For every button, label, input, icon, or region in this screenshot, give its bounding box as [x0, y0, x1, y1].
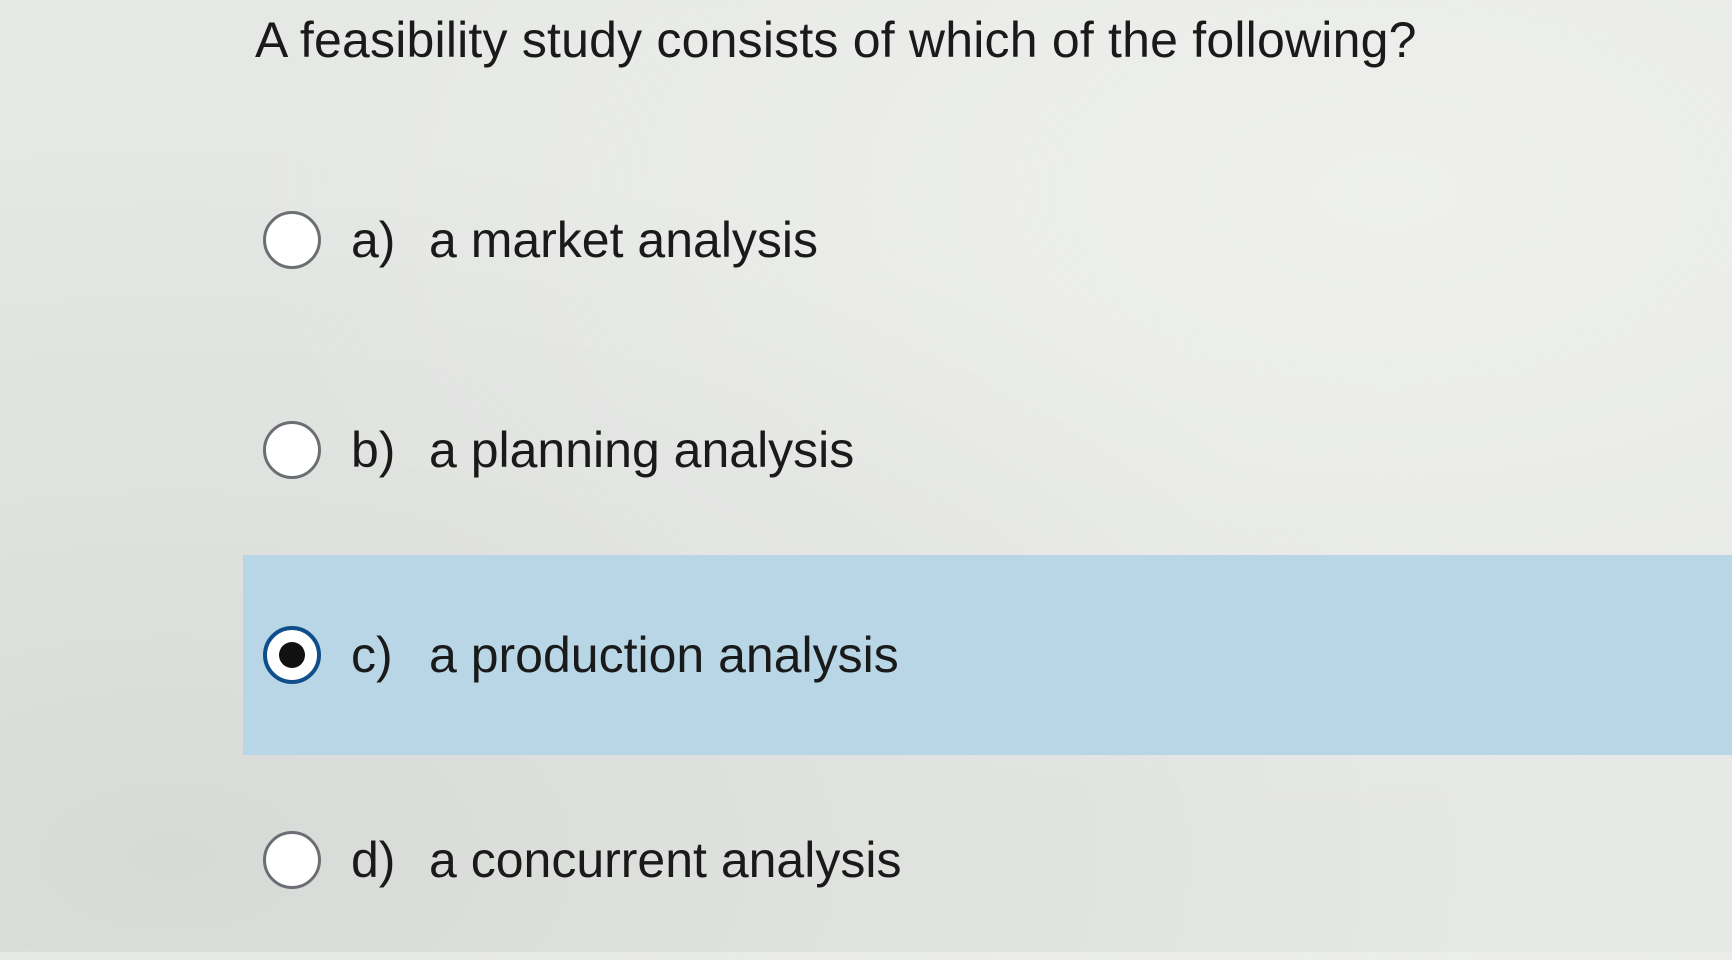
radio-button-c[interactable]: [263, 626, 321, 684]
option-a[interactable]: a) a market analysis: [243, 140, 1732, 340]
option-d-letter: d): [351, 832, 396, 888]
answer-options: a) a market analysis b) a planning analy…: [0, 0, 1732, 952]
option-c-label: a production analysis: [429, 627, 899, 683]
option-d[interactable]: d) a concurrent analysis: [243, 760, 1732, 960]
option-b-label: a planning analysis: [429, 422, 855, 478]
option-d-label: a concurrent analysis: [429, 832, 902, 888]
option-a-label: a market analysis: [429, 212, 819, 268]
quiz-page: { "question": "A feasibility study consi…: [0, 0, 1732, 952]
radio-button-d[interactable]: [263, 831, 321, 889]
option-c-letter: c): [351, 627, 393, 683]
radio-button-a[interactable]: [263, 211, 321, 269]
radio-button-b[interactable]: [263, 421, 321, 479]
radio-selected-dot: [279, 642, 305, 668]
option-a-letter: a): [351, 212, 396, 268]
option-b[interactable]: b) a planning analysis: [243, 350, 1732, 550]
option-b-letter: b): [351, 422, 396, 478]
option-c[interactable]: c) a production analysis: [243, 555, 1732, 755]
